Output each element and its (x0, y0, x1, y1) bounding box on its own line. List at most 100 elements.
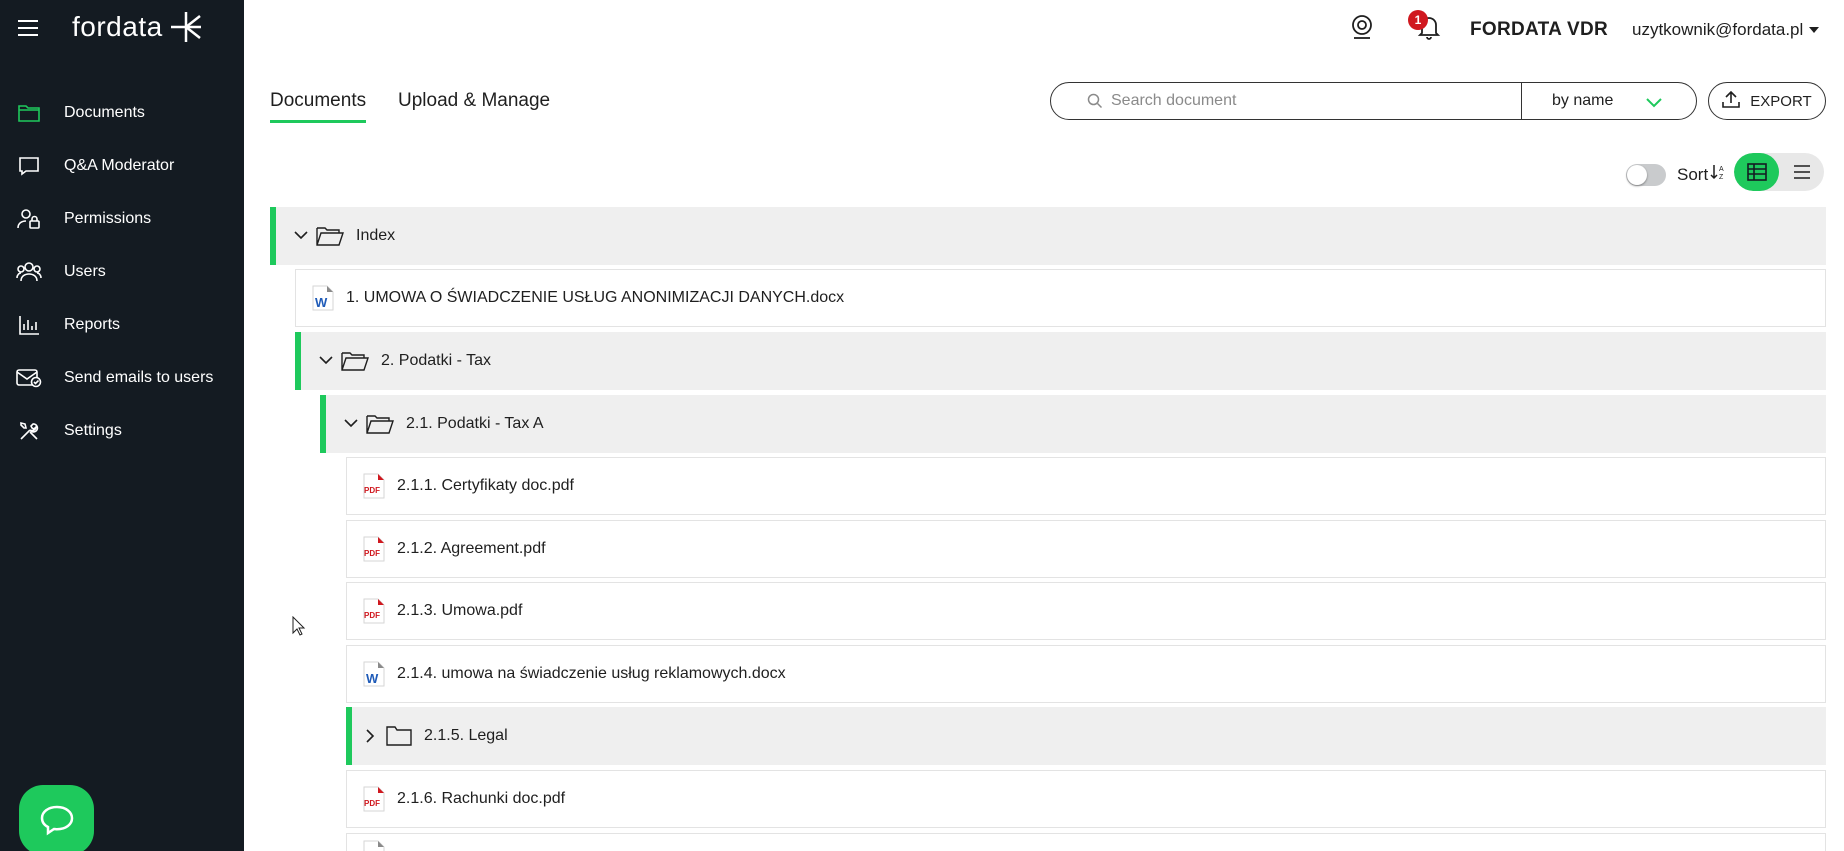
pdf-icon (363, 840, 385, 851)
tree-item-label: 2.1.4. umowa na świadczenie usług reklam… (397, 665, 786, 682)
pdf-icon: PDF (363, 473, 385, 499)
mouse-cursor-icon (292, 615, 306, 641)
folder-open-icon (316, 225, 344, 247)
chat-bubble-icon (40, 805, 73, 836)
table-view-button[interactable] (1734, 153, 1779, 191)
tree-item-label: 2.1.2. Agreement.pdf (397, 540, 546, 557)
tree-item-label: 2.1.6. Rachunki doc.pdf (397, 790, 566, 807)
tree-file-row[interactable]: PDF 2.1.6. Rachunki doc.pdf (346, 770, 1826, 828)
search-mode-label: by name (1552, 92, 1614, 109)
tree-folder-row[interactable]: 2.1. Podatki - Tax A (320, 395, 1826, 453)
sort-toggle[interactable] (1626, 164, 1666, 186)
users-icon (16, 261, 42, 283)
svg-text:Z: Z (1719, 174, 1724, 181)
folder-icon (16, 102, 42, 124)
tree-item-label: 2. Podatki - Tax (381, 352, 491, 369)
chevron-down-icon[interactable] (292, 227, 310, 245)
upload-icon (1722, 90, 1741, 112)
export-label: EXPORT (1750, 92, 1812, 110)
svg-text:PDF: PDF (364, 486, 380, 495)
sidebar-item-documents[interactable]: Documents (0, 86, 244, 139)
sidebar-item-label: Send emails to users (64, 368, 214, 386)
sort-az-icon: AZ (1710, 163, 1728, 186)
sidebar-item-users[interactable]: Users (0, 245, 244, 298)
tree-item-label: 2.1.1. Certyfikaty doc.pdf (397, 477, 574, 494)
search-icon (1087, 93, 1103, 114)
tree-folder-row[interactable]: Index (270, 207, 1826, 265)
chevron-down-icon[interactable] (317, 352, 335, 370)
sort-button[interactable]: Sort AZ (1677, 163, 1728, 186)
notification-badge: 1 (1408, 10, 1428, 30)
pdf-icon: PDF (363, 786, 385, 812)
tree-file-row[interactable]: PDF 2.1.2. Agreement.pdf (346, 520, 1826, 578)
tree-folder-row[interactable]: 2. Podatki - Tax (295, 332, 1826, 390)
logo[interactable]: fordata (72, 10, 203, 44)
tree-file-row[interactable]: PDF 2.1.1. Certyfikaty doc.pdf (346, 457, 1826, 515)
sidebar-item-label: Users (64, 262, 106, 280)
logo-text: fordata (72, 11, 163, 42)
user-email: uzytkownik@fordata.pl (1632, 20, 1804, 39)
folder-open-icon (341, 350, 369, 372)
folder-icon (386, 725, 412, 747)
sidebar-item-label: Documents (64, 103, 145, 121)
webcam-support-icon[interactable] (1350, 14, 1374, 45)
svg-text:W: W (366, 671, 379, 686)
tree-folder-row[interactable]: 2.1.5. Legal (346, 707, 1826, 765)
app-root: fordata Documents Q&A Moderator Permissi… (0, 0, 1844, 851)
user-lock-icon (16, 208, 42, 230)
sidebar-item-qa-moderator[interactable]: Q&A Moderator (0, 139, 244, 192)
live-chat-button[interactable] (19, 785, 94, 851)
toggle-knob (1627, 165, 1647, 185)
svg-text:PDF: PDF (364, 799, 380, 808)
tab-upload-manage[interactable]: Upload & Manage (398, 90, 550, 112)
search-mode-dropdown[interactable]: by name (1521, 83, 1696, 119)
search-bar: by name (1050, 82, 1697, 120)
sidebar-item-send-emails[interactable]: Send emails to users (0, 351, 244, 404)
table-view-icon (1746, 163, 1767, 181)
user-menu[interactable]: uzytkownik@fordata.pl (1632, 20, 1820, 40)
sidebar-item-settings[interactable]: Settings (0, 404, 244, 457)
sort-label: Sort (1677, 164, 1709, 184)
tree-file-row[interactable]: W 1. UMOWA O ŚWIADCZENIE USŁUG ANONIMIZA… (295, 269, 1826, 327)
sidebar-item-reports[interactable]: Reports (0, 298, 244, 351)
search-input[interactable] (1051, 83, 1521, 119)
tab-documents[interactable]: Documents (270, 90, 367, 123)
word-doc-icon: W (312, 285, 334, 311)
logo-mark-icon (170, 12, 201, 42)
tree-file-row[interactable] (346, 833, 1826, 851)
svg-text:PDF: PDF (364, 549, 380, 558)
svg-text:W: W (315, 295, 328, 310)
sidebar-nav: Documents Q&A Moderator Permissions User… (0, 86, 244, 457)
tree-item-label: 1. UMOWA O ŚWIADCZENIE USŁUG ANONIMIZACJ… (346, 289, 845, 306)
svg-text:A: A (1719, 166, 1724, 173)
tree-item-label: 2.1.5. Legal (424, 727, 508, 744)
tree-file-row[interactable]: W 2.1.4. umowa na świadczenie usług rekl… (346, 645, 1826, 703)
tree-item-label: 2.1.3. Umowa.pdf (397, 602, 523, 619)
chevron-right-icon[interactable] (362, 727, 380, 745)
bar-chart-icon (16, 314, 42, 336)
tree-item-label: Index (356, 227, 396, 244)
word-doc-icon: W (363, 661, 385, 687)
chevron-down-icon[interactable] (342, 415, 360, 433)
chevron-down-icon (1646, 95, 1662, 113)
caret-down-icon (1809, 27, 1820, 33)
vdr-name: FORDATA VDR (1470, 19, 1609, 40)
tree-file-row[interactable]: PDF 2.1.3. Umowa.pdf (346, 582, 1826, 640)
sidebar-item-permissions[interactable]: Permissions (0, 192, 244, 245)
sidebar: fordata Documents Q&A Moderator Permissi… (0, 0, 244, 851)
tree-item-label: 2.1. Podatki - Tax A (406, 415, 544, 432)
view-switch (1734, 153, 1824, 191)
sidebar-item-label: Q&A Moderator (64, 156, 175, 174)
list-view-icon (1793, 165, 1810, 179)
sidebar-item-label: Reports (64, 315, 121, 333)
tools-icon (16, 420, 42, 442)
hamburger-menu-icon[interactable] (18, 20, 38, 36)
chat-bubble-icon (16, 155, 42, 177)
list-view-button[interactable] (1779, 153, 1824, 191)
export-button[interactable]: EXPORT (1708, 82, 1826, 120)
sidebar-item-label: Settings (64, 421, 122, 439)
pdf-icon: PDF (363, 598, 385, 624)
sidebar-item-label: Permissions (64, 209, 152, 227)
pdf-icon: PDF (363, 536, 385, 562)
mail-check-icon (16, 367, 42, 389)
